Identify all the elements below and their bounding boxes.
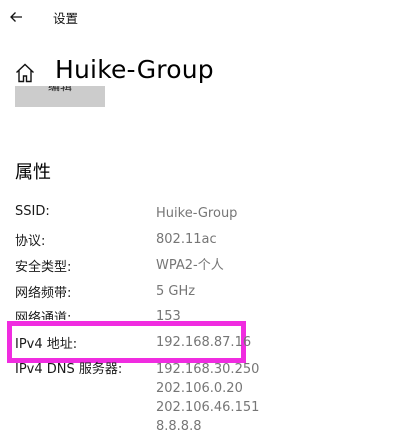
edit-button-label: 编辑: [47, 86, 72, 93]
property-label: SSID:: [15, 204, 50, 219]
app-title: 设置: [53, 11, 79, 26]
dns-server-value[interactable]: 202.106.46.151: [156, 398, 259, 417]
property-label: 网络频带:: [15, 286, 72, 301]
properties-section-title: 属性: [15, 162, 51, 183]
back-arrow-icon: [10, 12, 22, 22]
property-value-list: 192.168.30.250 202.106.0.20 202.106.46.1…: [156, 360, 259, 436]
property-label: 安全类型:: [15, 260, 72, 275]
property-row-ipv4-address: IPv4 地址: 192.168.87.16: [15, 333, 405, 353]
property-row-security-type: 安全类型: WPA2-个人: [15, 256, 405, 276]
property-row-ssid: SSID: Huike-Group: [15, 204, 405, 224]
edit-button[interactable]: 编辑: [15, 86, 105, 107]
dns-server-value[interactable]: 8.8.8.8: [156, 417, 259, 436]
property-row-ipv4-dns-servers: IPv4 DNS 服务器: 192.168.30.250 202.106.0.2…: [15, 358, 405, 434]
property-value[interactable]: 192.168.87.16: [156, 333, 251, 352]
property-value[interactable]: 802.11ac: [156, 230, 217, 249]
home-icon: [16, 63, 34, 83]
dns-server-value[interactable]: 202.106.0.20: [156, 379, 259, 398]
property-row-protocol: 协议: 802.11ac: [15, 230, 405, 250]
property-label: IPv4 DNS 服务器:: [15, 362, 123, 377]
property-row-network-band: 网络频带: 5 GHz: [15, 282, 405, 302]
property-label: 协议:: [15, 234, 46, 249]
title-bar: 设置: [0, 0, 417, 34]
property-label: 网络通道:: [15, 311, 72, 320]
dns-server-value[interactable]: 192.168.30.250: [156, 360, 259, 379]
property-row-network-channel: 网络通道: 153: [15, 306, 405, 320]
property-value[interactable]: 5 GHz: [156, 282, 195, 301]
property-value[interactable]: WPA2-个人: [156, 256, 224, 275]
settings-window: 设置 Huike-Group 编辑 属性 SSID: Huike-Group 协…: [0, 0, 417, 440]
property-value[interactable]: Huike-Group: [156, 204, 237, 223]
property-label: IPv4 地址:: [15, 337, 78, 352]
back-button[interactable]: [2, 4, 30, 30]
page-title: Huike-Group: [55, 55, 214, 84]
property-value[interactable]: 153: [156, 307, 181, 320]
